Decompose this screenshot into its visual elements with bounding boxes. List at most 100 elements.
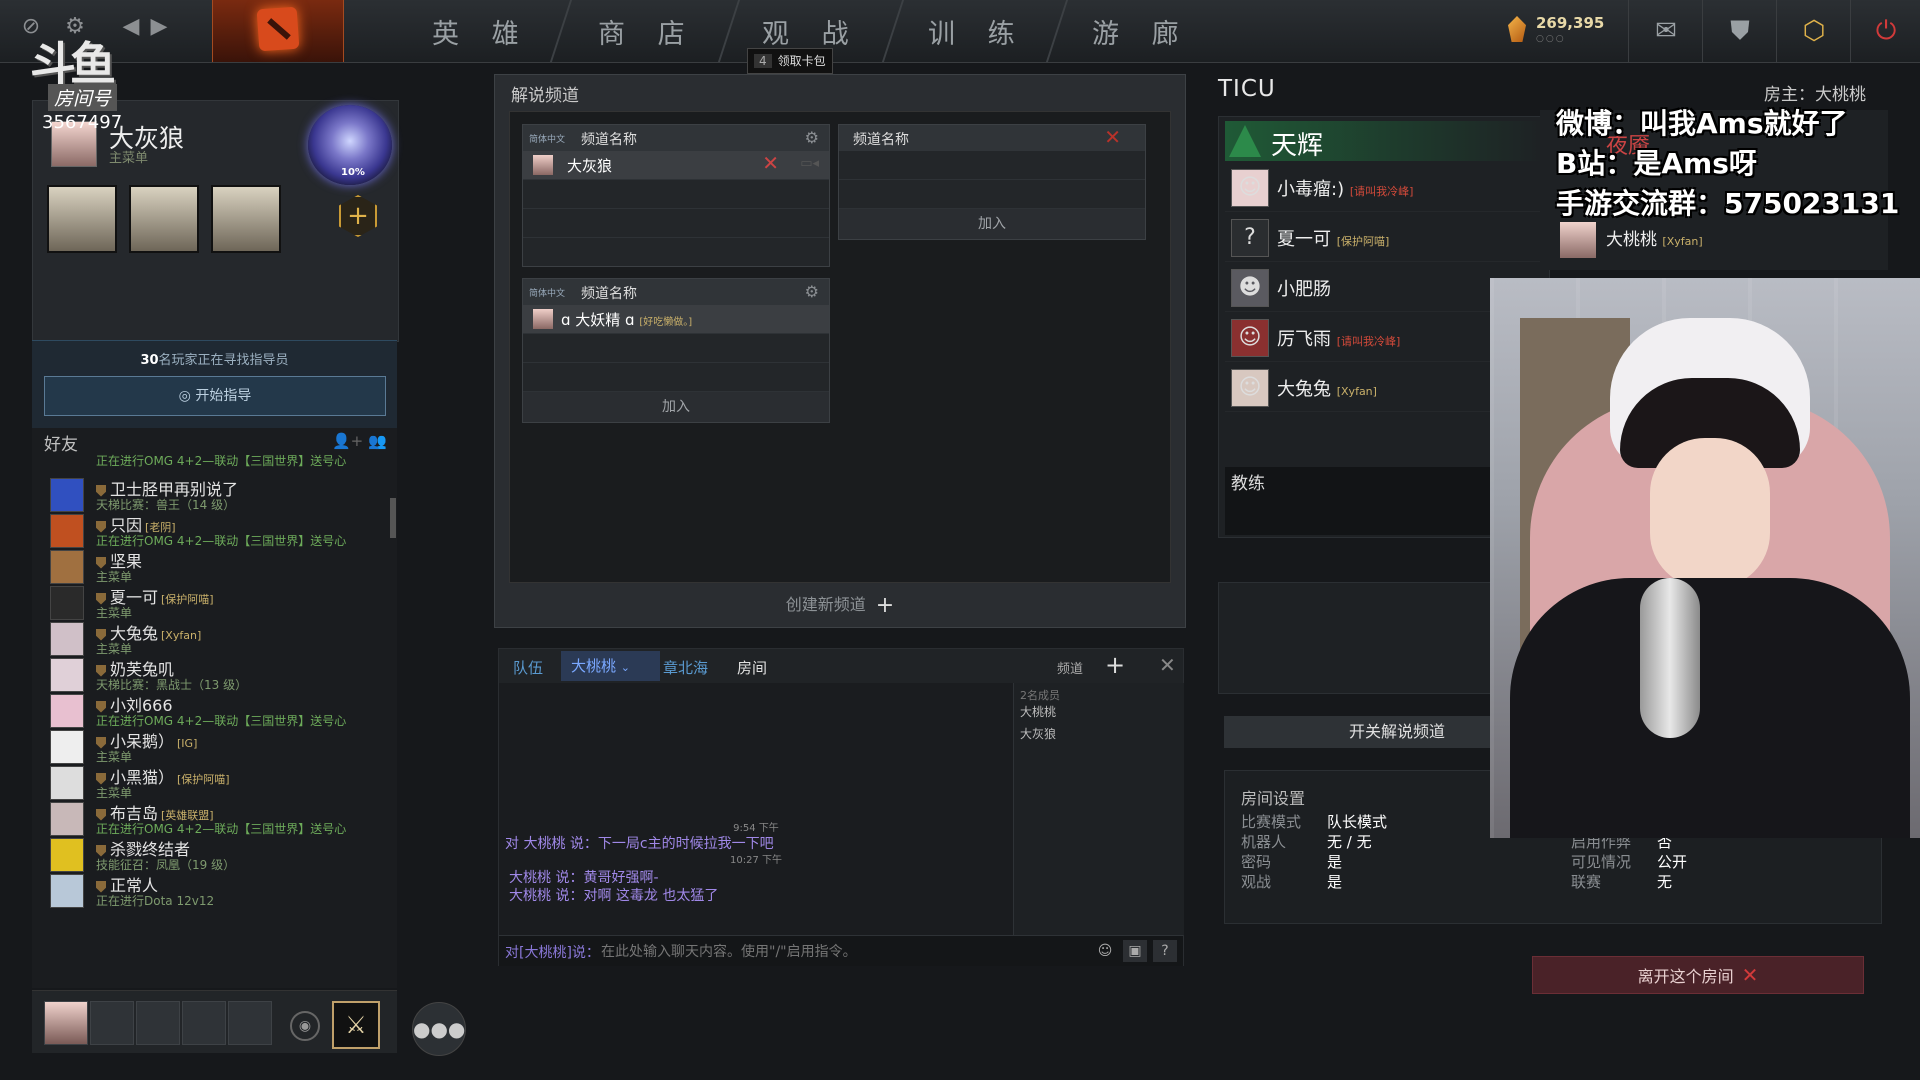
emoji-icon[interactable]: ☺ <box>1093 940 1117 962</box>
shield-icon <box>96 880 106 893</box>
start-coaching-button[interactable]: ◎ 开始指导 <box>44 376 386 416</box>
player-name: 小毒瘤:) [请叫我冷峰] <box>1277 175 1413 201</box>
chat-sender[interactable]: 大桃桃 说： <box>509 870 583 886</box>
gear-icon[interactable]: ⚙ <box>805 128 819 147</box>
radiant-header[interactable]: 天辉 <box>1225 121 1545 161</box>
empty-channel-row <box>523 334 829 363</box>
cardpack-count: 4 <box>754 54 772 68</box>
add-friend-icon[interactable]: 👤+ 👥 <box>332 432 387 450</box>
channel-language[interactable]: 简体中文 <box>529 132 565 145</box>
avatar <box>50 514 84 548</box>
nav-heroes[interactable]: 英 雄 <box>432 12 531 51</box>
tab-team[interactable]: 队伍 <box>513 657 543 678</box>
room-number-label: 房间号 <box>48 84 118 111</box>
avatar <box>50 658 84 692</box>
close-icon: ✕ <box>1741 963 1759 987</box>
tab-room[interactable]: 房间 <box>737 657 767 678</box>
list-item[interactable]: 正常人 正在进行Dota 12v12 <box>32 870 392 914</box>
player-slot[interactable]: ☺ 小毒瘤:) [请叫我冷峰] <box>1225 163 1545 212</box>
chat-people-icon[interactable]: ●●● <box>412 1002 466 1056</box>
forward-arrow-icon[interactable]: ▶ <box>146 14 172 40</box>
rank-tier-icon[interactable]: ⚔ <box>332 1001 380 1049</box>
avatar: ☺ <box>1231 369 1269 407</box>
voice-headset-icon[interactable]: ◉ <box>290 1011 320 1041</box>
channel-member-name: 大灰狼 <box>567 157 613 175</box>
friend-tag: [保护阿喵] <box>177 773 230 786</box>
tab-label: 大桃桃 <box>571 657 617 675</box>
armory-icon[interactable]: ⛊ <box>1702 0 1777 62</box>
setting-key: 机器人 <box>1241 833 1287 851</box>
party-slot-avatar[interactable] <box>129 185 199 253</box>
chat-timestamp: 9:54 下午 <box>733 823 779 834</box>
tab-zhangbeihai[interactable]: 章北海 <box>663 657 708 678</box>
shard-gem-icon <box>1508 16 1526 42</box>
image-icon[interactable]: ▣ <box>1123 940 1147 962</box>
room-settings-title: 房间设置 <box>1241 789 1306 808</box>
close-icon[interactable]: ✕ <box>1159 653 1176 677</box>
join-channel-button[interactable]: 加入 <box>839 209 1145 239</box>
player-name: 厉飞雨 [请叫我冷峰] <box>1277 325 1400 351</box>
channel-button[interactable]: 频道 <box>1057 658 1083 677</box>
nav-separator <box>549 0 573 62</box>
claim-cardpack-badge[interactable]: 4 领取卡包 <box>747 48 833 74</box>
empty-party-slot[interactable] <box>228 1001 272 1045</box>
gear-icon[interactable]: ⚙ <box>805 282 819 301</box>
close-icon[interactable]: ✕ <box>762 151 779 175</box>
tab-dataotao[interactable]: 大桃桃 ⌄ <box>561 651 661 681</box>
party-slot-avatar[interactable] <box>47 185 117 253</box>
channel-member-row[interactable]: ɑ 大妖精 ɑ [好吃懒做。] <box>523 305 829 334</box>
list-item[interactable]: 正在进行OMG 4+2—联动【三国世界】送号心 <box>32 452 392 470</box>
chat-member[interactable]: 大灰狼 <box>1020 725 1056 742</box>
close-icon[interactable]: ✕ <box>1104 125 1121 149</box>
avatar <box>50 838 84 872</box>
friends-list: 好友 👤+ 👥 正在进行OMG 4+2—联动【三国世界】送号心 卫士胫甲再别说了… <box>32 428 397 988</box>
mail-icon[interactable]: ✉ <box>1628 0 1703 62</box>
plus-hex-icon[interactable]: ⬡ <box>1776 0 1851 62</box>
chat-messages: 9:54 下午 对 大桃桃 说：下一局c主的时候拉我一下吧 10:27 下午 大… <box>499 683 1013 935</box>
nav-learn[interactable]: 训 练 <box>928 12 1027 51</box>
channel-member-row[interactable]: 大灰狼 ✕ ▭◂ <box>523 151 829 180</box>
chat-tabs: 队伍 大桃桃 ⌄ 章北海 房间 频道 + ✕ <box>499 649 1183 683</box>
party-slot-avatar[interactable] <box>211 185 281 253</box>
broadcast-channel: 简体中文 频道名称 ⚙ 大灰狼 ✕ ▭◂ <box>522 124 830 267</box>
channel-language[interactable]: 简体中文 <box>529 286 565 299</box>
start-coaching-label: 开始指导 <box>195 388 252 404</box>
player-name-text: 小肥肠 <box>1277 279 1331 300</box>
chat-input[interactable] <box>599 940 1043 964</box>
add-party-icon[interactable]: + <box>339 195 377 237</box>
setting-row: 可见情况 公开 <box>1571 851 1687 872</box>
dire-player-slot[interactable]: 大桃桃 [Xyfan] <box>1560 222 1703 258</box>
party-member-avatar[interactable] <box>44 1001 88 1045</box>
coach-seekers-label: 名玩家正在寻找指导员 <box>158 353 289 368</box>
chat-sender[interactable]: 对 大桃桃 说： <box>505 836 598 852</box>
chat-sender[interactable]: 大桃桃 说： <box>509 888 583 904</box>
avatar <box>50 478 84 512</box>
empty-channel-row <box>523 180 829 209</box>
broadcast-channels-panel: 解说频道 简体中文 频道名称 ⚙ 大灰狼 ✕ ▭◂ 频道名称 ✕ 加入 简体中文… <box>494 74 1186 628</box>
coaching-section: 30名玩家正在寻找指导员 ◎ 开始指导 <box>32 340 397 429</box>
leave-room-button[interactable]: 离开这个房间 ✕ <box>1532 956 1864 994</box>
chat-member[interactable]: 大桃桃 <box>1020 703 1056 720</box>
nav-separator <box>881 0 905 62</box>
chat-text: 下一局c主的时候拉我一下吧 <box>597 836 774 852</box>
channel-member-name: ɑ 大妖精 ɑ [好吃懒做。] <box>561 309 692 330</box>
help-icon[interactable]: ? <box>1153 940 1177 962</box>
empty-party-slot[interactable] <box>136 1001 180 1045</box>
player-slot[interactable]: ? 夏一可 [保护阿喵] <box>1225 213 1545 262</box>
join-channel-button[interactable]: 加入 <box>523 392 829 422</box>
empty-party-slot[interactable] <box>90 1001 134 1045</box>
friends-scrollbar[interactable] <box>390 498 396 538</box>
nav-watch[interactable]: 观 战 <box>762 12 861 51</box>
nav-arcade[interactable]: 游 廊 <box>1092 12 1191 51</box>
empty-party-slot[interactable] <box>182 1001 226 1045</box>
create-channel-button[interactable]: 创建新频道 + <box>495 591 1185 618</box>
friend-tag: [Xyfan] <box>161 629 202 642</box>
back-arrow-icon[interactable]: ◀ <box>118 14 144 40</box>
coach-seekers-text: 30名玩家正在寻找指导员 <box>32 349 397 368</box>
power-icon[interactable]: ⏻ <box>1850 0 1920 62</box>
dota-logo-button[interactable] <box>212 0 344 62</box>
add-channel-icon[interactable]: + <box>1105 651 1125 679</box>
camera-icon[interactable]: ▭◂ <box>800 156 819 171</box>
nav-store[interactable]: 商 店 <box>598 12 697 51</box>
setting-value: 无 <box>1657 873 1673 891</box>
